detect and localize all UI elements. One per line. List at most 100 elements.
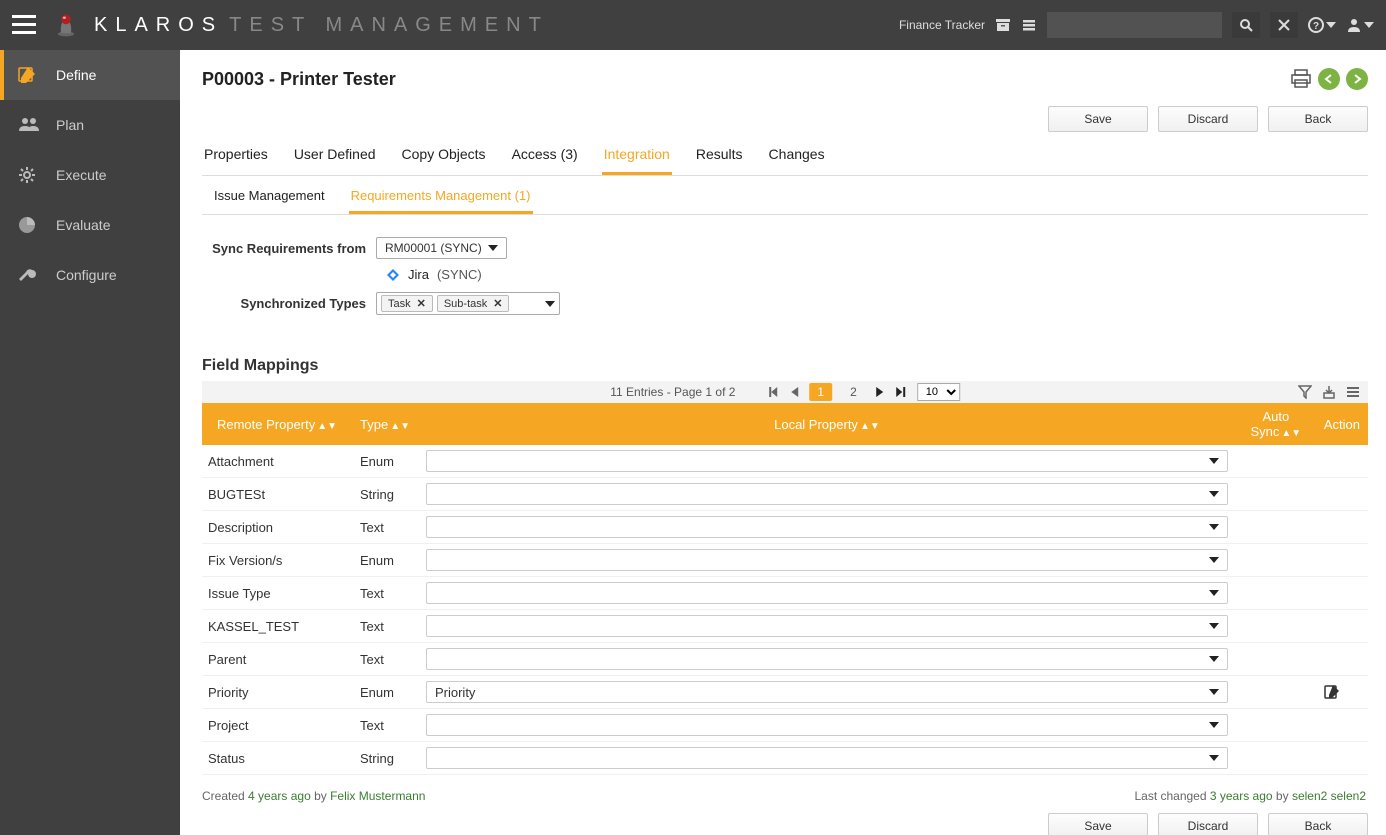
tab-access[interactable]: Access (3) [510, 146, 580, 175]
sync-from-value: RM00001 (SYNC) [385, 241, 482, 255]
pie-chart-icon [18, 216, 40, 234]
cell-action [1316, 445, 1368, 478]
local-property-select[interactable] [426, 450, 1228, 472]
edit-action-icon[interactable] [1324, 684, 1360, 700]
tab-changes[interactable]: Changes [767, 146, 827, 175]
cell-action [1316, 643, 1368, 676]
sync-from-select[interactable]: RM00001 (SYNC) [376, 237, 507, 259]
cell-type: Enum [352, 544, 418, 577]
local-property-select[interactable] [426, 648, 1228, 670]
chip-task: Task ✕ [381, 295, 433, 312]
sidebar-item-execute[interactable]: Execute [0, 150, 180, 200]
cell-type: Enum [352, 445, 418, 478]
col-local-property[interactable]: Local Property▲▼ [418, 403, 1236, 445]
cell-local: Priority [418, 676, 1236, 709]
col-auto-sync[interactable]: Auto Sync▲▼ [1236, 403, 1316, 445]
page-1-button[interactable]: 1 [809, 383, 832, 401]
cell-action [1316, 610, 1368, 643]
stack-icon[interactable] [1021, 18, 1037, 32]
chevron-down-icon [1209, 623, 1219, 629]
gear-icon [18, 166, 40, 184]
cell-action [1316, 478, 1368, 511]
archive-icon[interactable] [995, 18, 1011, 32]
created-time-link[interactable]: 4 years ago [248, 789, 311, 803]
prev-arrow-button[interactable] [1318, 68, 1340, 90]
table-row: ProjectText [202, 709, 1368, 742]
discard-button[interactable]: Discard [1158, 106, 1258, 132]
chevron-down-icon [1209, 590, 1219, 596]
user-menu-icon[interactable] [1346, 17, 1374, 33]
col-remote-property[interactable]: Remote Property▲▼ [202, 403, 352, 445]
pager-summary: 11 Entries - Page 1 of 2 [610, 385, 735, 399]
changed-time-link[interactable]: 3 years ago [1210, 789, 1273, 803]
created-info: Created 4 years ago by Felix Mustermann [202, 789, 425, 803]
field-mappings-title: Field Mappings [202, 357, 1368, 375]
local-property-select[interactable] [426, 615, 1228, 637]
brand-main: KLAROS [94, 14, 223, 36]
main-tabs: Properties User Defined Copy Objects Acc… [202, 146, 1368, 176]
cell-local [418, 544, 1236, 577]
cell-action [1316, 577, 1368, 610]
page-2-button[interactable]: 2 [842, 383, 865, 401]
col-type[interactable]: Type▲▼ [352, 403, 418, 445]
filter-icon[interactable] [1298, 385, 1312, 399]
search-input[interactable] [1047, 12, 1222, 38]
back-button-bottom[interactable]: Back [1268, 813, 1368, 835]
print-icon[interactable] [1290, 69, 1312, 89]
users-icon [18, 116, 40, 134]
prev-page-icon[interactable] [789, 386, 799, 398]
sub-tabs: Issue Management Requirements Management… [202, 188, 1368, 215]
discard-button-bottom[interactable]: Discard [1158, 813, 1258, 835]
menu-toggle-icon[interactable] [12, 15, 36, 35]
save-button-bottom[interactable]: Save [1048, 813, 1148, 835]
cell-remote: Issue Type [202, 577, 352, 610]
cell-remote: BUGTESt [202, 478, 352, 511]
last-page-icon[interactable] [895, 386, 907, 398]
local-property-select[interactable] [426, 516, 1228, 538]
clear-search-button[interactable] [1270, 12, 1298, 38]
sidebar-item-label: Evaluate [56, 217, 110, 233]
next-page-icon[interactable] [875, 386, 885, 398]
changed-user-link[interactable]: selen2 selen2 [1292, 789, 1366, 803]
cell-remote: Priority [202, 676, 352, 709]
cell-type: String [352, 478, 418, 511]
cell-type: Text [352, 709, 418, 742]
search-button[interactable] [1232, 12, 1260, 38]
next-arrow-button[interactable] [1346, 68, 1368, 90]
cell-type: Text [352, 610, 418, 643]
chip-label: Sub-task [444, 298, 487, 310]
sidebar-item-plan[interactable]: Plan [0, 100, 180, 150]
sync-types-select[interactable]: Task ✕ Sub-task ✕ [376, 292, 560, 315]
tab-copy-objects[interactable]: Copy Objects [400, 146, 488, 175]
changed-info: Last changed 3 years ago by selen2 selen… [1134, 789, 1366, 803]
tab-results[interactable]: Results [694, 146, 745, 175]
save-button[interactable]: Save [1048, 106, 1148, 132]
local-property-select[interactable] [426, 714, 1228, 736]
tab-user-defined[interactable]: User Defined [292, 146, 378, 175]
created-user-link[interactable]: Felix Mustermann [330, 789, 425, 803]
help-icon[interactable]: ? [1308, 17, 1336, 33]
cell-autosync [1236, 445, 1316, 478]
tab-properties[interactable]: Properties [202, 146, 270, 175]
local-property-select[interactable] [426, 483, 1228, 505]
cell-autosync [1236, 676, 1316, 709]
sidebar-item-define[interactable]: Define [0, 50, 180, 100]
sidebar-item-configure[interactable]: Configure [0, 250, 180, 300]
first-page-icon[interactable] [767, 386, 779, 398]
local-property-select[interactable] [426, 747, 1228, 769]
local-property-select[interactable]: Priority [426, 681, 1228, 703]
subtab-issue-management[interactable]: Issue Management [212, 188, 327, 214]
tab-integration[interactable]: Integration [602, 146, 672, 175]
sidebar-item-evaluate[interactable]: Evaluate [0, 200, 180, 250]
subtab-requirements-management[interactable]: Requirements Management (1) [349, 188, 533, 214]
chip-remove-icon[interactable]: ✕ [417, 297, 426, 310]
chip-remove-icon[interactable]: ✕ [493, 297, 502, 310]
sidebar-item-label: Define [56, 67, 96, 83]
back-button[interactable]: Back [1268, 106, 1368, 132]
menu-icon[interactable] [1346, 385, 1360, 399]
local-property-select[interactable] [426, 582, 1228, 604]
export-icon[interactable] [1322, 385, 1336, 399]
local-property-select[interactable] [426, 549, 1228, 571]
page-size-select[interactable]: 10 [917, 383, 960, 401]
cell-action [1316, 676, 1368, 709]
